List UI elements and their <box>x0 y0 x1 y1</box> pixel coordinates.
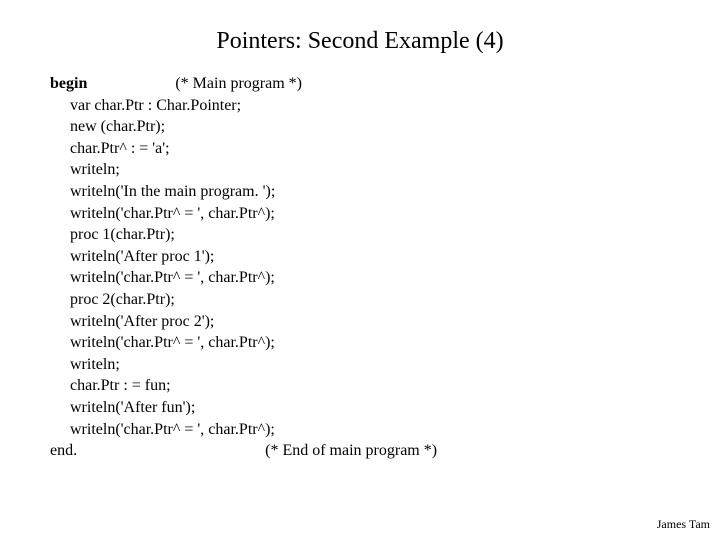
keyword-begin: begin <box>50 75 87 92</box>
code-line: new (char.Ptr); <box>50 116 720 138</box>
code-line: writeln('char.Ptr^ = ', char.Ptr^); <box>50 419 720 441</box>
code-line: char.Ptr^ : = 'a'; <box>50 138 720 160</box>
keyword-end: end. <box>50 442 77 459</box>
code-line: proc 2(char.Ptr); <box>50 289 720 311</box>
code-line: writeln('After fun'); <box>50 397 720 419</box>
footer-author: James Tam <box>657 517 710 532</box>
code-line: writeln; <box>50 354 720 376</box>
code-line-end: end. (* End of main program *) <box>50 440 720 462</box>
slide-title: Pointers: Second Example (4) <box>0 0 720 73</box>
code-line: var char.Ptr : Char.Pointer; <box>50 95 720 117</box>
code-line: char.Ptr : = fun; <box>50 375 720 397</box>
comment-end: (* End of main program *) <box>265 442 437 459</box>
code-line: writeln('char.Ptr^ = ', char.Ptr^); <box>50 267 720 289</box>
code-line: writeln('After proc 2'); <box>50 311 720 333</box>
comment-begin: (* Main program *) <box>175 75 302 92</box>
code-line: proc 1(char.Ptr); <box>50 224 720 246</box>
code-line: writeln('char.Ptr^ = ', char.Ptr^); <box>50 203 720 225</box>
code-block: begin (* Main program *) var char.Ptr : … <box>0 73 720 462</box>
code-line: writeln('In the main program. '); <box>50 181 720 203</box>
code-line: writeln('char.Ptr^ = ', char.Ptr^); <box>50 332 720 354</box>
code-line-begin: begin (* Main program *) <box>50 73 720 95</box>
code-line: writeln('After proc 1'); <box>50 246 720 268</box>
code-line: writeln; <box>50 159 720 181</box>
